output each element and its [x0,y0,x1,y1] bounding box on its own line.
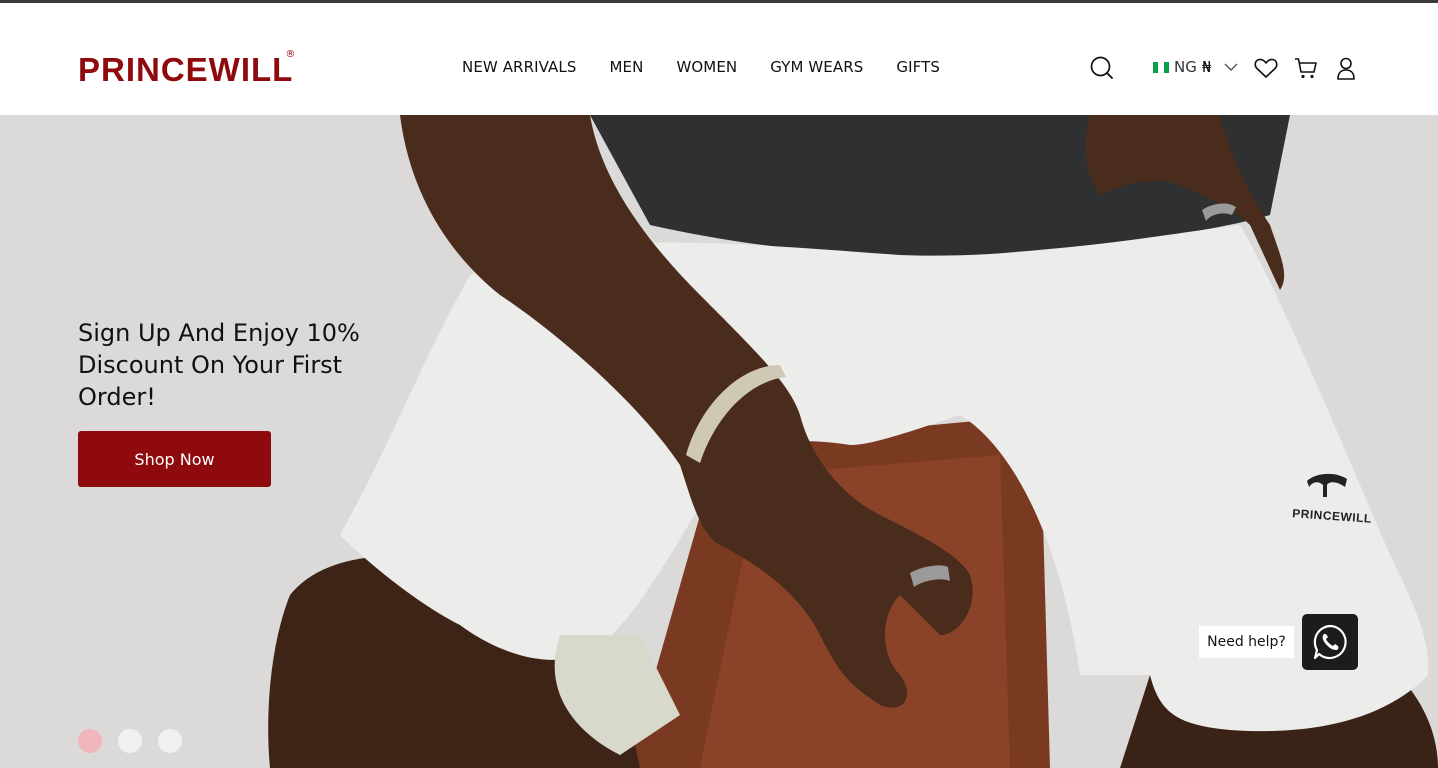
locale-selector[interactable]: NG ₦ [1153,58,1238,76]
shorts-brand-mark: PRINCEWILL [1291,506,1373,526]
whatsapp-icon[interactable] [1302,614,1358,670]
site-header: PRINCEWILL ® NEW ARRIVALS MEN WOMEN GYM … [0,3,1438,115]
slider-dots [78,729,182,753]
search-icon[interactable] [1089,55,1115,81]
nav-men[interactable]: MEN [609,58,643,76]
slider-dot-3[interactable] [158,729,182,753]
shop-now-button[interactable]: Shop Now [78,431,271,487]
registered-mark: ® [285,49,296,60]
chevron-down-icon [1224,62,1238,72]
logo-text: PRINCEWILL [78,51,294,88]
nav-women[interactable]: WOMEN [676,58,737,76]
need-help-label[interactable]: Need help? [1199,626,1294,658]
shorts-brand-text: PRINCEWILL [1291,506,1373,526]
user-icon[interactable] [1333,55,1359,81]
nav-new-arrivals[interactable]: NEW ARRIVALS [462,58,576,76]
slider-dot-1[interactable] [78,729,102,753]
cart-icon[interactable] [1293,55,1319,81]
hero-headline: Sign Up And Enjoy 10% Discount On Your F… [78,319,360,411]
nav-gifts[interactable]: GIFTS [896,58,940,76]
currency-symbol: ₦ [1201,58,1212,76]
slider-dot-2[interactable] [118,729,142,753]
nigeria-flag-icon [1153,61,1169,73]
heart-icon[interactable] [1253,55,1279,81]
brand-logo[interactable]: PRINCEWILL ® [78,49,296,88]
country-code: NG [1174,58,1197,76]
main-nav: NEW ARRIVALS MEN WOMEN GYM WEARS GIFTS [462,58,940,76]
nav-gym-wears[interactable]: GYM WEARS [770,58,863,76]
